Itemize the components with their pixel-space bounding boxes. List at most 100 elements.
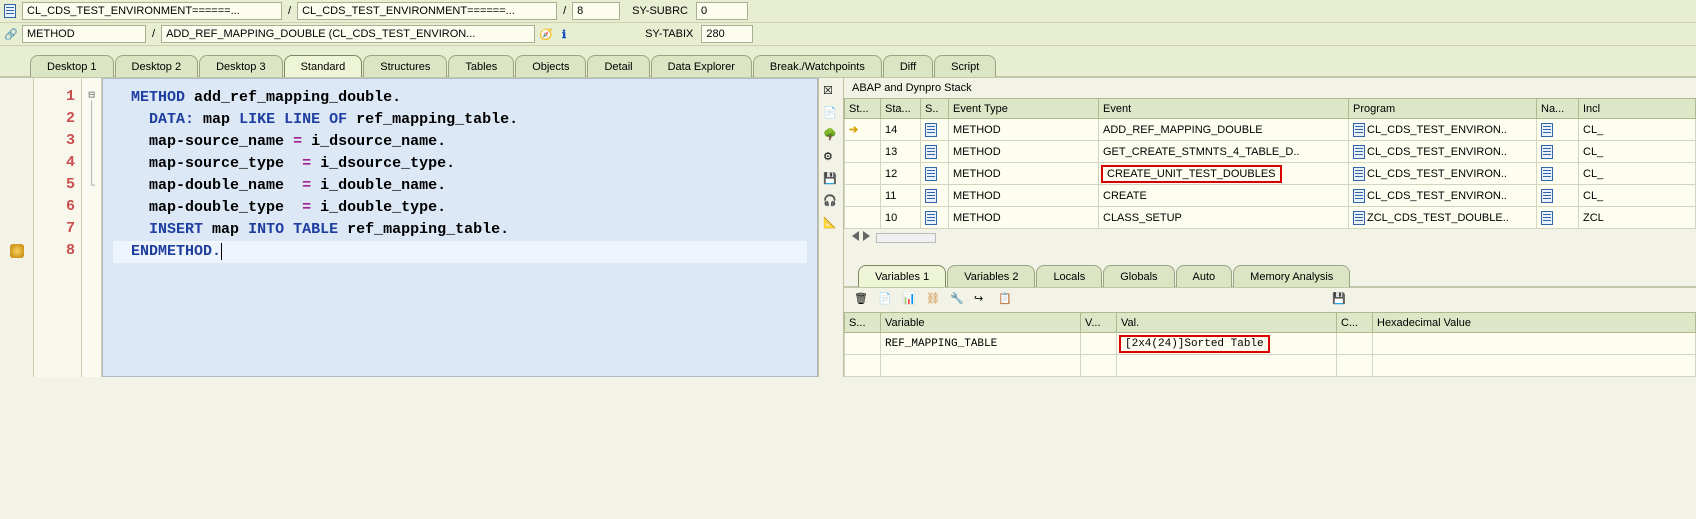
- scroll-track[interactable]: [876, 233, 936, 243]
- clipboard-icon[interactable]: 📋: [998, 292, 1014, 308]
- col-event-type[interactable]: Event Type: [949, 99, 1099, 119]
- col-program[interactable]: Program: [1349, 99, 1537, 119]
- stack-icon: 🔗: [4, 27, 18, 41]
- tab-desktop-2[interactable]: Desktop 2: [115, 55, 199, 77]
- code-editor[interactable]: METHOD add_ref_mapping_double. DATA: map…: [102, 78, 818, 377]
- new-tab-icon[interactable]: 📄: [823, 106, 839, 122]
- tab-variables-1[interactable]: Variables 1: [858, 265, 946, 287]
- prog-icon: [1353, 123, 1365, 137]
- col-st[interactable]: St...: [845, 99, 881, 119]
- col-incl[interactable]: Incl: [1579, 99, 1696, 119]
- tab-script[interactable]: Script: [934, 55, 996, 77]
- editor-toolbar: ☒ 📄 🌳 ⚙ 💾 🎧 📐: [818, 78, 844, 377]
- sep: /: [286, 5, 293, 17]
- breadcrumb-row-2: 🔗 / 🧭 ℹ SY-TABIX: [0, 23, 1696, 46]
- vcol-val[interactable]: Val.: [1117, 313, 1337, 333]
- na-icon: [1541, 189, 1553, 203]
- breadcrumb-seg1[interactable]: [22, 2, 282, 20]
- tree-icon[interactable]: 🌳: [823, 128, 839, 144]
- stack-row[interactable]: 11METHODCREATECL_CDS_TEST_ENVIRON..CL_: [845, 185, 1696, 207]
- variables-toolbar: 🗑 📄 📊 ⛓ 🔧 ↪ 📋 💾: [844, 288, 1696, 312]
- tab-objects[interactable]: Objects: [515, 55, 586, 77]
- breadcrumb-line[interactable]: [572, 2, 620, 20]
- save-icon[interactable]: 💾: [823, 172, 839, 188]
- right-panel: ABAP and Dynpro Stack St... Sta... S.. E…: [844, 78, 1696, 377]
- stack-row[interactable]: 12METHODCREATE_UNIT_TEST_DOUBLESCL_CDS_T…: [845, 163, 1696, 185]
- tab-desktop-1[interactable]: Desktop 1: [30, 55, 114, 77]
- tab-locals[interactable]: Locals: [1036, 265, 1102, 287]
- na-icon: [1541, 123, 1553, 137]
- info-icon[interactable]: ℹ: [557, 27, 571, 41]
- highlighted-value: [2x4(24)]Sorted Table: [1119, 335, 1270, 353]
- hierarchy-icon[interactable]: ⛓: [926, 292, 942, 308]
- variable-row-empty[interactable]: [845, 355, 1696, 377]
- close-icon[interactable]: ☒: [823, 84, 839, 100]
- tab-structures[interactable]: Structures: [363, 55, 447, 77]
- vcol-s[interactable]: S...: [845, 313, 881, 333]
- stack-table[interactable]: St... Sta... S.. Event Type Event Progra…: [844, 98, 1696, 229]
- method-label-field[interactable]: [22, 25, 146, 43]
- stack-row[interactable]: ➔14METHODADD_REF_MAPPING_DOUBLECL_CDS_TE…: [845, 119, 1696, 141]
- vcol-v[interactable]: V...: [1081, 313, 1117, 333]
- event-icon: [925, 123, 937, 137]
- export-icon[interactable]: ↪: [974, 292, 990, 308]
- nav-icon[interactable]: 🧭: [539, 27, 553, 41]
- tab-data-explorer[interactable]: Data Explorer: [651, 55, 752, 77]
- event-icon: [925, 211, 937, 225]
- sy-subrc-value[interactable]: [696, 2, 748, 20]
- fold-gutter[interactable]: ⊟││││││└: [82, 78, 102, 377]
- tab-break-watchpoints[interactable]: Break./Watchpoints: [753, 55, 882, 77]
- breadcrumb-row-1: / / SY-SUBRC: [0, 0, 1696, 23]
- scroll-left-icon[interactable]: [852, 231, 859, 241]
- tab-standard[interactable]: Standard: [284, 55, 363, 77]
- vcol-hex[interactable]: Hexadecimal Value: [1373, 313, 1696, 333]
- stack-row[interactable]: 13METHODGET_CREATE_STMNTS_4_TABLE_D..CL_…: [845, 141, 1696, 163]
- vcol-c[interactable]: C...: [1337, 313, 1373, 333]
- sep: /: [561, 5, 568, 17]
- prog-icon: [1353, 189, 1365, 203]
- col-na[interactable]: Na...: [1537, 99, 1579, 119]
- tab-diff[interactable]: Diff: [883, 55, 933, 77]
- struct-icon[interactable]: 🔧: [950, 292, 966, 308]
- variable-row[interactable]: REF_MAPPING_TABLE[2x4(24)]Sorted Table: [845, 333, 1696, 355]
- breadcrumb-seg2[interactable]: [297, 2, 557, 20]
- method-name-field[interactable]: [161, 25, 535, 43]
- stack-title: ABAP and Dynpro Stack: [844, 78, 1696, 98]
- breakpoint-icon[interactable]: [10, 244, 24, 258]
- vcol-variable[interactable]: Variable: [881, 313, 1081, 333]
- headphones-icon[interactable]: 🎧: [823, 194, 839, 210]
- event-icon: [925, 189, 937, 203]
- na-icon: [1541, 167, 1553, 181]
- tab-globals[interactable]: Globals: [1103, 265, 1174, 287]
- delete-icon[interactable]: 🗑: [854, 292, 870, 308]
- col-s[interactable]: S..: [921, 99, 949, 119]
- stack-hscroll[interactable]: [844, 229, 1696, 246]
- tab-desktop-3[interactable]: Desktop 3: [199, 55, 283, 77]
- col-sta[interactable]: Sta...: [881, 99, 921, 119]
- config-icon[interactable]: ⚙: [823, 150, 839, 166]
- tab-tables[interactable]: Tables: [448, 55, 514, 77]
- table-icon[interactable]: 📊: [902, 292, 918, 308]
- highlighted-event: CREATE_UNIT_TEST_DOUBLES: [1101, 165, 1282, 183]
- scroll-right-icon[interactable]: [863, 231, 870, 241]
- pattern-icon[interactable]: 📐: [823, 216, 839, 232]
- doc-icon[interactable]: 📄: [878, 292, 894, 308]
- tab-detail[interactable]: Detail: [587, 55, 649, 77]
- main-area: 12345678 ⊟││││││└ METHOD add_ref_mapping…: [0, 78, 1696, 377]
- save-vars-icon[interactable]: 💾: [1332, 292, 1348, 308]
- breakpoint-gutter[interactable]: [0, 78, 34, 377]
- variables-table[interactable]: S... Variable V... Val. C... Hexadecimal…: [844, 312, 1696, 377]
- program-icon: [4, 4, 18, 18]
- current-line-icon: ➔: [849, 124, 858, 136]
- tab-variables-2[interactable]: Variables 2: [947, 265, 1035, 287]
- prog-icon: [1353, 145, 1365, 159]
- sy-tabix-value[interactable]: [701, 25, 753, 43]
- col-event[interactable]: Event: [1099, 99, 1349, 119]
- tab-auto[interactable]: Auto: [1176, 265, 1233, 287]
- tab-memory-analysis[interactable]: Memory Analysis: [1233, 265, 1350, 287]
- variables-tabstrip: Variables 1 Variables 2 Locals Globals A…: [844, 246, 1696, 288]
- prog-icon: [1353, 167, 1365, 181]
- stack-row[interactable]: 10METHODCLASS_SETUPZCL_CDS_TEST_DOUBLE..…: [845, 207, 1696, 229]
- event-icon: [925, 167, 937, 181]
- na-icon: [1541, 145, 1553, 159]
